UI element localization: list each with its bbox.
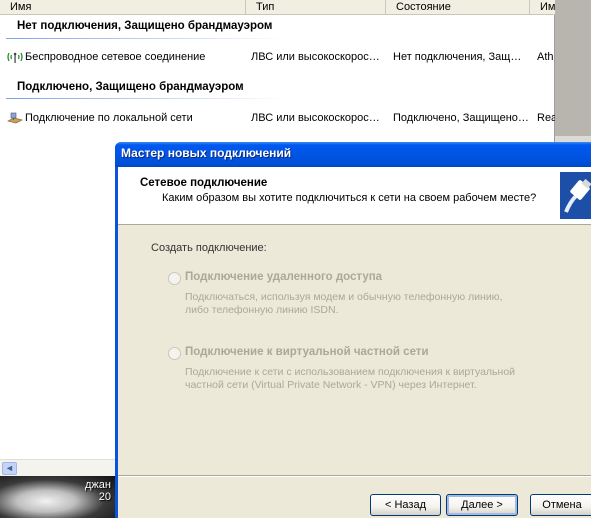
column-header-name[interactable]: Имя <box>0 0 246 15</box>
connection-device: Rea <box>537 112 555 124</box>
desktop-icon-label-2[interactable]: 20 <box>99 491 111 503</box>
next-button[interactable]: Далее > <box>446 494 518 516</box>
wireless-connection-icon <box>7 52 23 63</box>
wizard-title: Мастер новых подключений <box>121 146 292 160</box>
radio-dialup[interactable] <box>168 272 181 285</box>
option-dialup-desc-2: либо телефонную линию ISDN. <box>185 304 339 316</box>
vertical-scrollbar[interactable] <box>555 0 591 136</box>
connection-device: Ath <box>537 51 554 63</box>
option-vpn-desc-1: Подключение к сети с использованием подк… <box>185 366 516 378</box>
list-item-lan[interactable]: Подключение по локальной сети ЛВС или вы… <box>0 110 555 126</box>
list-item-wireless[interactable]: Беспроводное сетевое соединение ЛВС или … <box>0 49 555 65</box>
scroll-left-icon[interactable]: ◄ <box>2 462 17 475</box>
group-title-connected: Подключено, Защищено брандмауэром <box>17 81 244 93</box>
column-header-state[interactable]: Состояние <box>386 0 530 15</box>
option-dialup-desc-1: Подключаться, используя модем и обычную … <box>185 291 503 303</box>
wizard-header: Сетевое подключение Каким образом вы хот… <box>118 167 591 225</box>
desktop-icon-label[interactable]: джан <box>85 479 111 491</box>
new-connection-wizard: Мастер новых подключений Сетевое подключ… <box>115 142 591 518</box>
option-vpn-desc-2: частной сети (Virtual Private Network - … <box>185 379 477 391</box>
desktop-wallpaper: джан 20 <box>0 476 115 518</box>
connection-name: Беспроводное сетевое соединение <box>25 51 206 63</box>
wizard-body: Создать подключение: Подключение удаленн… <box>118 225 591 475</box>
wizard-header-subtitle: Каким образом вы хотите подключиться к с… <box>162 192 537 204</box>
radio-vpn[interactable] <box>168 347 181 360</box>
group-divider <box>6 38 286 39</box>
column-header-type[interactable]: Тип <box>246 0 386 15</box>
connection-type: ЛВС или высокоскорос… <box>251 51 380 63</box>
connection-state: Подключено, Защищено… <box>393 112 529 124</box>
option-dialup-title: Подключение удаленного доступа <box>185 271 383 283</box>
horizontal-scrollbar[interactable]: ◄ <box>0 459 115 476</box>
back-button[interactable]: < Назад <box>370 494 441 516</box>
network-cable-icon <box>560 172 591 219</box>
connection-state: Нет подключения, Защ… <box>393 51 522 63</box>
option-vpn-title: Подключение к виртуальной частной сети <box>185 346 429 358</box>
create-connection-label: Создать подключение: <box>151 242 267 254</box>
lan-connection-icon <box>7 112 23 124</box>
column-header-bar: Имя Тип Состояние Имя <box>0 0 561 15</box>
group-divider <box>6 98 286 99</box>
connection-type: ЛВС или высокоскорос… <box>251 112 380 124</box>
wizard-button-separator <box>118 475 591 477</box>
wizard-titlebar[interactable]: Мастер новых подключений <box>115 142 591 167</box>
group-title-disconnected: Нет подключения, Защищено брандмауэром <box>17 20 273 32</box>
wizard-header-title: Сетевое подключение <box>140 177 268 189</box>
connection-name: Подключение по локальной сети <box>25 112 193 124</box>
wizard-frame: Сетевое подключение Каким образом вы хот… <box>118 167 591 518</box>
cancel-button[interactable]: Отмена <box>530 494 591 516</box>
